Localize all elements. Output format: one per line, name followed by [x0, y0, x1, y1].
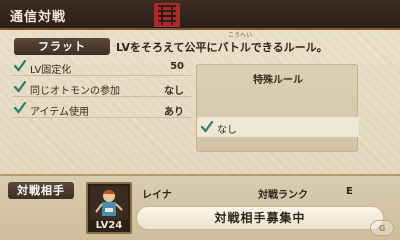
header-bar: 通信対戦: [0, 0, 400, 30]
character-avatar-icon: [90, 186, 128, 220]
opponent-section-label: 対戦相手: [8, 182, 74, 199]
opponent-level: LV24: [95, 220, 123, 231]
special-rule-title: 特殊ルール: [253, 75, 303, 86]
setting-value: あり: [164, 107, 184, 118]
avatar: LV24: [86, 182, 132, 234]
check-icon: [14, 102, 26, 114]
page-title: 通信対戦: [10, 10, 67, 25]
check-icon: [201, 121, 213, 133]
setting-value: 50: [170, 61, 184, 72]
opponent-rank-label: 対戦ランク: [258, 190, 308, 201]
setting-row-same-otomon: 同じオトモンの参加 なし: [12, 79, 192, 97]
setting-row-lv-fixed: LV固定化 50: [12, 58, 192, 76]
setting-label: アイテム使用: [30, 107, 89, 118]
check-icon: [14, 81, 26, 93]
ruby-annotation: こうへい: [228, 32, 253, 39]
settings-list: LV固定化 50 同じオトモンの参加 なし アイテム使用 あり: [12, 58, 192, 122]
recruit-opponent-button[interactable]: 対戦相手募集中: [136, 206, 384, 230]
screen: 通信対戦 フラット こうへい LVをそろえて公平にバトルできるルール。 LV固定…: [0, 0, 400, 240]
setting-label: LV固定化: [30, 65, 72, 76]
emblem-icon: [154, 3, 180, 27]
rule-description: LVをそろえて公平にバトルできるルール。: [116, 41, 328, 54]
opponent-rank: E: [346, 186, 353, 197]
check-icon: [14, 60, 26, 72]
opponent-panel: 対戦相手 LV24 レイナ 対戦ランク E 対戦相手募集中: [0, 174, 400, 240]
special-rule-label: なし: [217, 125, 237, 136]
rule-name-tab[interactable]: フラット: [14, 38, 110, 55]
special-rule-item: なし: [197, 117, 359, 137]
opponent-name: レイナ: [142, 190, 172, 201]
setting-row-item-use: アイテム使用 あり: [12, 100, 192, 118]
setting-label: 同じオトモンの参加: [30, 86, 120, 97]
setting-value: なし: [164, 86, 184, 97]
special-rule-box: 特殊ルール なし: [196, 64, 359, 152]
watermark-logo: G: [370, 220, 394, 236]
